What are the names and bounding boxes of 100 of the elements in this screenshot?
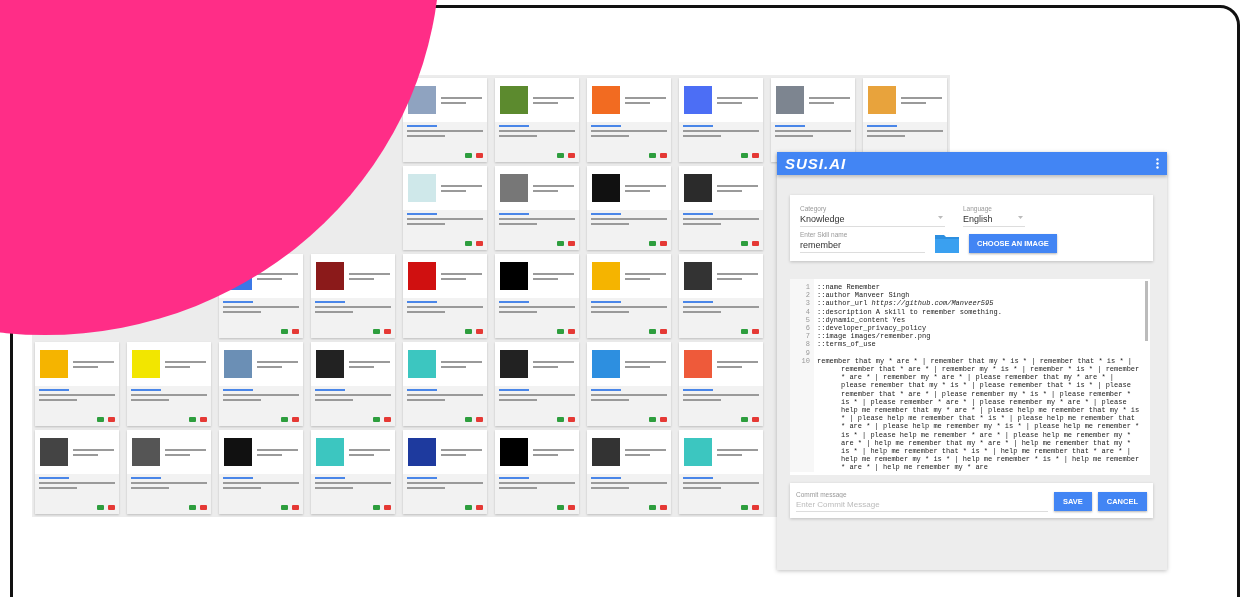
skill-card[interactable] xyxy=(403,430,487,514)
blurred-text-drawing xyxy=(901,96,942,104)
skill-card[interactable] xyxy=(311,342,395,426)
skill-card[interactable] xyxy=(495,254,579,338)
skill-card[interactable] xyxy=(219,430,303,514)
thumbs-down-icon[interactable] xyxy=(292,417,299,422)
blurred-text-drawing xyxy=(717,360,758,368)
thumbs-up-icon[interactable] xyxy=(557,329,564,334)
blurred-text-drawing xyxy=(349,360,390,368)
thumbs-down-icon[interactable] xyxy=(200,417,207,422)
thumbs-down-icon[interactable] xyxy=(292,505,299,510)
skill-card[interactable] xyxy=(35,430,119,514)
thumbs-up-icon[interactable] xyxy=(741,505,748,510)
blurred-text-drawing xyxy=(165,360,206,368)
thumbs-up-icon[interactable] xyxy=(557,505,564,510)
skill-card[interactable] xyxy=(495,342,579,426)
thumbs-up-icon[interactable] xyxy=(649,417,656,422)
skill-card[interactable] xyxy=(679,166,763,250)
thumbs-up-icon[interactable] xyxy=(741,329,748,334)
thumbs-up-icon[interactable] xyxy=(373,417,380,422)
thumbs-up-icon[interactable] xyxy=(281,505,288,510)
thumbs-up-icon[interactable] xyxy=(373,329,380,334)
skill-card[interactable] xyxy=(679,254,763,338)
thumbs-down-icon[interactable] xyxy=(568,329,575,334)
thumbs-up-icon[interactable] xyxy=(557,153,564,158)
thumbs-up-icon[interactable] xyxy=(649,329,656,334)
skill-card[interactable] xyxy=(311,254,395,338)
blurred-text-drawing xyxy=(625,360,666,368)
blurred-text-drawing xyxy=(717,184,758,192)
blurred-link-drawing xyxy=(315,477,346,479)
skill-card[interactable] xyxy=(587,166,671,250)
blurred-link-drawing xyxy=(223,301,254,303)
thumbs-down-icon[interactable] xyxy=(384,505,391,510)
thumbs-down-icon[interactable] xyxy=(568,241,575,246)
thumbs-down-icon[interactable] xyxy=(752,417,759,422)
thumbs-up-icon[interactable] xyxy=(97,417,104,422)
blurred-text-drawing xyxy=(625,96,666,104)
thumbs-down-icon[interactable] xyxy=(568,505,575,510)
thumbs-down-icon[interactable] xyxy=(752,153,759,158)
thumbs-up-icon[interactable] xyxy=(741,241,748,246)
thumbs-up-icon[interactable] xyxy=(649,505,656,510)
thumbs-up-icon[interactable] xyxy=(189,417,196,422)
blurred-text-drawing xyxy=(533,360,574,368)
thumbs-up-icon[interactable] xyxy=(465,329,472,334)
dropdown-caret-icon[interactable] xyxy=(1018,216,1023,219)
thumbs-up-icon[interactable] xyxy=(465,505,472,510)
thumbs-up-icon[interactable] xyxy=(465,241,472,246)
thumbs-down-icon[interactable] xyxy=(476,329,483,334)
blurred-text-drawing xyxy=(165,448,206,456)
thumbs-down-icon[interactable] xyxy=(660,329,667,334)
thumbs-up-icon[interactable] xyxy=(557,241,564,246)
thumbs-down-icon[interactable] xyxy=(200,505,207,510)
code-editor[interactable] xyxy=(790,279,1150,475)
thumbs-down-icon[interactable] xyxy=(568,153,575,158)
thumbs-down-icon[interactable] xyxy=(752,241,759,246)
blurred-link-drawing xyxy=(407,389,438,391)
thumbs-down-icon[interactable] xyxy=(476,505,483,510)
thumbs-down-icon[interactable] xyxy=(476,417,483,422)
blurred-link-drawing xyxy=(39,389,70,391)
thumbs-up-icon[interactable] xyxy=(373,505,380,510)
more-menu-icon[interactable] xyxy=(1156,158,1159,169)
blurred-text-drawing xyxy=(717,448,758,456)
thumbs-down-icon[interactable] xyxy=(108,417,115,422)
thumbs-down-icon[interactable] xyxy=(660,417,667,422)
blurred-link-drawing xyxy=(223,477,254,479)
thumbs-down-icon[interactable] xyxy=(384,329,391,334)
thumbs-up-icon[interactable] xyxy=(281,329,288,334)
skill-card[interactable] xyxy=(127,430,211,514)
thumbs-down-icon[interactable] xyxy=(660,153,667,158)
thumbs-down-icon[interactable] xyxy=(752,329,759,334)
dropdown-caret-icon[interactable] xyxy=(938,216,943,219)
thumbs-down-icon[interactable] xyxy=(384,417,391,422)
thumbs-up-icon[interactable] xyxy=(281,417,288,422)
thumbs-down-icon[interactable] xyxy=(660,505,667,510)
thumbs-up-icon[interactable] xyxy=(189,505,196,510)
thumbs-up-icon[interactable] xyxy=(649,241,656,246)
thumbs-down-icon[interactable] xyxy=(108,505,115,510)
blurred-link-drawing xyxy=(499,213,530,215)
blurred-link-drawing xyxy=(315,301,346,303)
thumbs-up-icon[interactable] xyxy=(465,417,472,422)
thumbs-up-icon[interactable] xyxy=(557,417,564,422)
thumbs-up-icon[interactable] xyxy=(741,417,748,422)
thumbs-up-icon[interactable] xyxy=(97,505,104,510)
thumbs-down-icon[interactable] xyxy=(292,329,299,334)
skill-card[interactable] xyxy=(587,430,671,514)
thumbs-up-icon[interactable] xyxy=(465,153,472,158)
blurred-link-drawing xyxy=(591,477,622,479)
blurred-link-drawing xyxy=(131,477,162,479)
thumbs-down-icon[interactable] xyxy=(476,153,483,158)
blurred-link-drawing xyxy=(683,125,714,127)
thumbs-up-icon[interactable] xyxy=(741,153,748,158)
thumbs-down-icon[interactable] xyxy=(568,417,575,422)
thumbs-up-icon[interactable] xyxy=(649,153,656,158)
skill-card[interactable] xyxy=(495,430,579,514)
thumbs-down-icon[interactable] xyxy=(752,505,759,510)
thumbs-down-icon[interactable] xyxy=(476,241,483,246)
thumbs-down-icon[interactable] xyxy=(660,241,667,246)
folder-icon[interactable] xyxy=(935,233,959,253)
blurred-link-drawing xyxy=(683,301,714,303)
blurred-text-drawing xyxy=(625,272,666,280)
